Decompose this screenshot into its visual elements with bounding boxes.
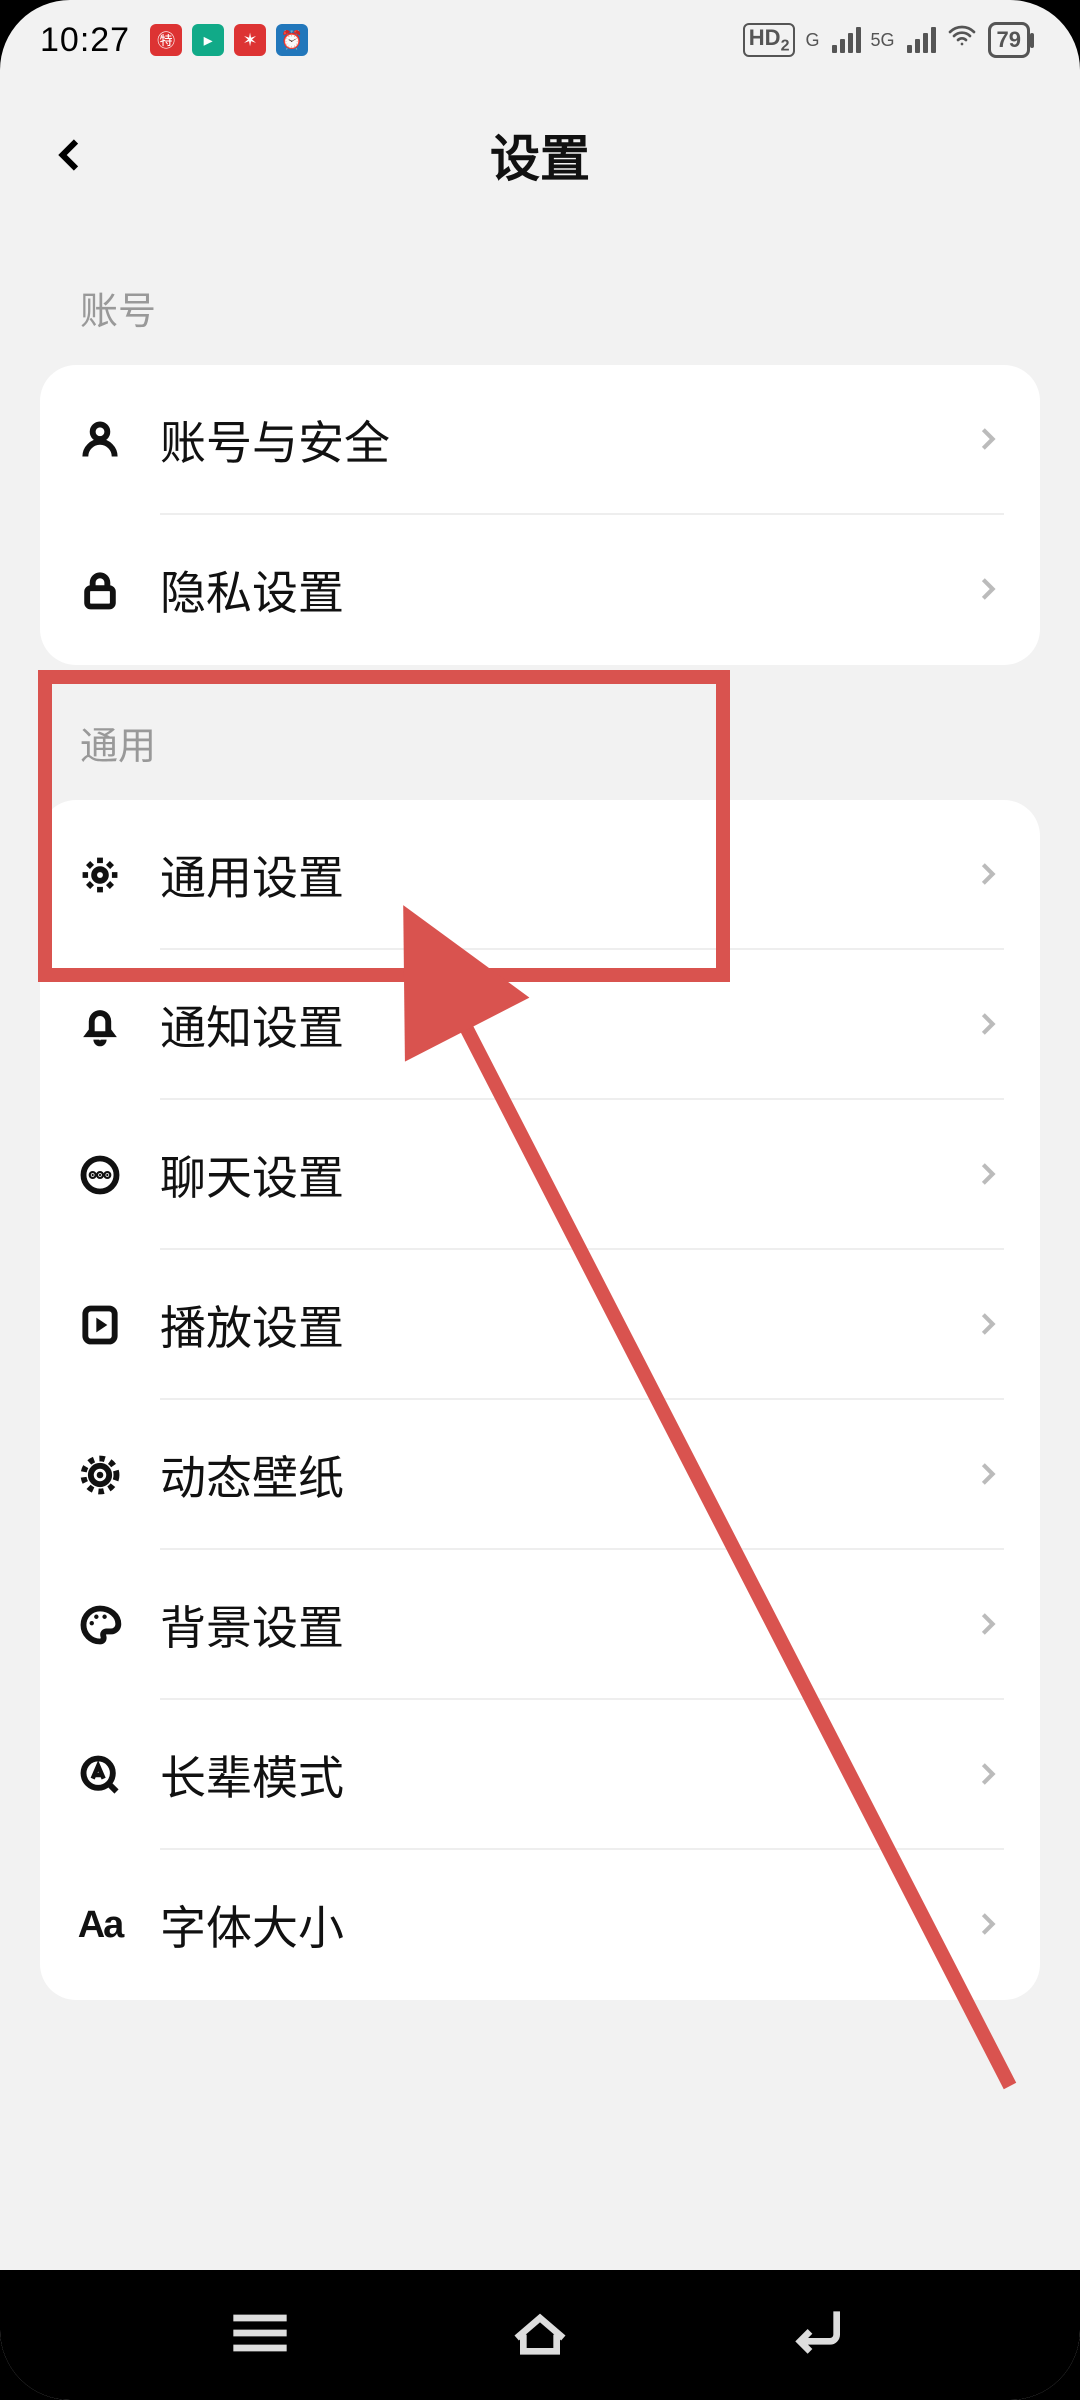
row-fontsize[interactable]: Aa 字体大小 bbox=[40, 1850, 1040, 2000]
wifi-icon bbox=[946, 20, 978, 61]
row-account-security[interactable]: 账号与安全 bbox=[40, 365, 1040, 515]
row-wallpaper[interactable]: 动态壁纸 bbox=[40, 1400, 1040, 1550]
row-label: 动态壁纸 bbox=[160, 1442, 974, 1508]
chevron-right-icon bbox=[974, 860, 1004, 890]
system-navbar bbox=[0, 2270, 1080, 2400]
row-label: 字体大小 bbox=[160, 1892, 974, 1958]
battery-indicator: 79 bbox=[988, 22, 1030, 58]
chevron-right-icon bbox=[974, 425, 1004, 455]
chevron-right-icon bbox=[974, 1610, 1004, 1640]
signal-bars-icon bbox=[832, 27, 861, 53]
nav-home-button[interactable] bbox=[505, 2308, 575, 2363]
font-size-icon: Aa bbox=[76, 1901, 124, 1949]
chevron-right-icon bbox=[974, 1310, 1004, 1340]
row-label: 通知设置 bbox=[160, 992, 974, 1058]
section-title-account: 账号 bbox=[0, 230, 1080, 365]
section-title-general: 通用 bbox=[0, 665, 1080, 800]
person-icon bbox=[76, 416, 124, 464]
row-general[interactable]: 通用设置 bbox=[40, 800, 1040, 950]
target-icon bbox=[76, 1451, 124, 1499]
chat-icon bbox=[76, 1151, 124, 1199]
row-chat[interactable]: 聊天设置 bbox=[40, 1100, 1040, 1250]
bell-icon bbox=[76, 1001, 124, 1049]
header: 设置 bbox=[0, 80, 1080, 230]
chevron-right-icon bbox=[974, 1460, 1004, 1490]
chevron-left-icon bbox=[52, 137, 88, 173]
lock-icon bbox=[76, 566, 124, 614]
network-g-label: G bbox=[805, 30, 819, 51]
row-elder[interactable]: 长辈模式 bbox=[40, 1700, 1040, 1850]
status-bar: 10:27 ㊕ ▸ ✶ ⏰ HD2 G 5G 79 bbox=[0, 0, 1080, 80]
carrier-icon: ㊕ bbox=[150, 24, 182, 56]
row-privacy[interactable]: 隐私设置 bbox=[40, 515, 1040, 665]
play-icon bbox=[76, 1301, 124, 1349]
row-label: 通用设置 bbox=[160, 842, 974, 908]
row-label: 长辈模式 bbox=[160, 1742, 974, 1808]
network-5g-label: 5G bbox=[871, 30, 895, 51]
chevron-right-icon bbox=[974, 1160, 1004, 1190]
chevron-right-icon bbox=[974, 1010, 1004, 1040]
row-label: 聊天设置 bbox=[160, 1142, 974, 1208]
chevron-right-icon bbox=[974, 1760, 1004, 1790]
row-playback[interactable]: 播放设置 bbox=[40, 1250, 1040, 1400]
chevron-right-icon bbox=[974, 1910, 1004, 1940]
section-card-general: 通用设置 通知设置 聊天设置 播放设置 bbox=[40, 800, 1040, 2000]
row-label: 账号与安全 bbox=[160, 407, 974, 473]
alarm-icon: ⏰ bbox=[276, 24, 308, 56]
app-notification-icon: ✶ bbox=[234, 24, 266, 56]
section-card-account: 账号与安全 隐私设置 bbox=[40, 365, 1040, 665]
magnify-a-icon bbox=[76, 1751, 124, 1799]
nav-back-button[interactable] bbox=[785, 2308, 855, 2363]
row-label: 隐私设置 bbox=[160, 557, 974, 623]
status-time: 10:27 bbox=[40, 21, 130, 60]
chevron-right-icon bbox=[974, 575, 1004, 605]
row-label: 播放设置 bbox=[160, 1292, 974, 1358]
hd-badge: HD2 bbox=[743, 23, 796, 57]
palette-icon bbox=[76, 1601, 124, 1649]
page-title: 设置 bbox=[490, 119, 590, 191]
back-button[interactable] bbox=[40, 125, 100, 185]
row-background[interactable]: 背景设置 bbox=[40, 1550, 1040, 1700]
gear-icon bbox=[76, 851, 124, 899]
row-label: 背景设置 bbox=[160, 1592, 974, 1658]
video-app-icon: ▸ bbox=[192, 24, 224, 56]
signal-bars-5g-icon bbox=[907, 27, 936, 53]
row-notification[interactable]: 通知设置 bbox=[40, 950, 1040, 1100]
nav-recent-button[interactable] bbox=[225, 2308, 295, 2363]
